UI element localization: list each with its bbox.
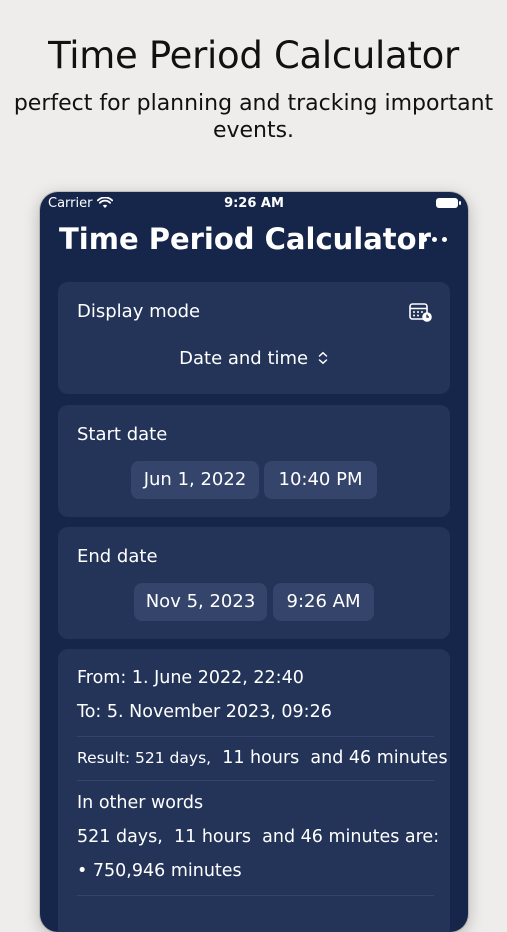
result-duration: Result: 521 days, 11 hours and 46 minute… — [77, 748, 448, 768]
result-hours: 11 hours — [222, 748, 300, 768]
chevron-up-down-icon — [318, 351, 328, 365]
result-minutes: and 46 minutes — [310, 748, 448, 768]
start-date-label: Start date — [77, 424, 168, 445]
minutes-item: • 750,946 minutes — [77, 861, 242, 881]
display-mode-value: Date and time — [179, 348, 309, 369]
calendar-clock-icon[interactable] — [409, 302, 433, 322]
promo-title: Time Period Calculator — [48, 34, 459, 77]
battery-icon — [436, 198, 461, 208]
divider — [77, 736, 434, 737]
status-time: 9:26 AM — [224, 196, 284, 211]
summary-days: 521 days, — [77, 827, 163, 847]
start-date-picker[interactable]: Jun 1, 2022 — [131, 461, 259, 499]
ellipsis-icon[interactable] — [420, 228, 450, 250]
divider — [77, 895, 434, 896]
summary-line: 521 days, 11 hours and 46 minutes are: — [77, 827, 439, 847]
end-time-picker[interactable]: 9:26 AM — [273, 583, 374, 621]
nav-title: Time Period Calculator — [59, 222, 431, 256]
result-to: To: 5. November 2023, 09:26 — [77, 702, 332, 722]
promo-subtitle-line-1: perfect for planning and tracking import… — [13, 91, 494, 116]
display-mode-label: Display mode — [77, 301, 201, 322]
end-date-label: End date — [77, 546, 158, 567]
end-date-picker[interactable]: Nov 5, 2023 — [134, 583, 267, 621]
result-from: From: 1. June 2022, 22:40 — [77, 668, 304, 688]
result-card: From: 1. June 2022, 22:40 To: 5. Novembe… — [58, 649, 450, 932]
result-days: Result: 521 days, — [77, 749, 212, 767]
start-date-card: Start date Jun 1, 2022 10:40 PM — [58, 405, 450, 517]
end-date-card: End date Nov 5, 2023 9:26 AM — [58, 527, 450, 639]
status-bar: Carrier 9:26 AM — [40, 192, 468, 216]
summary-hours: 11 hours — [173, 827, 252, 847]
promo-subtitle: perfect for planning and tracking import… — [0, 90, 507, 144]
display-mode-card: Display mode Date and time — [58, 282, 450, 394]
display-mode-select[interactable]: Date and time — [58, 348, 450, 369]
start-time-picker[interactable]: 10:40 PM — [264, 461, 377, 499]
phone-screen: Carrier 9:26 AM Time Period Calculator D… — [40, 192, 468, 932]
promo-subtitle-line-2: events. — [212, 118, 295, 143]
divider — [77, 780, 434, 781]
other-words-label: In other words — [77, 793, 204, 813]
summary-rest: and 46 minutes are: — [262, 827, 440, 847]
